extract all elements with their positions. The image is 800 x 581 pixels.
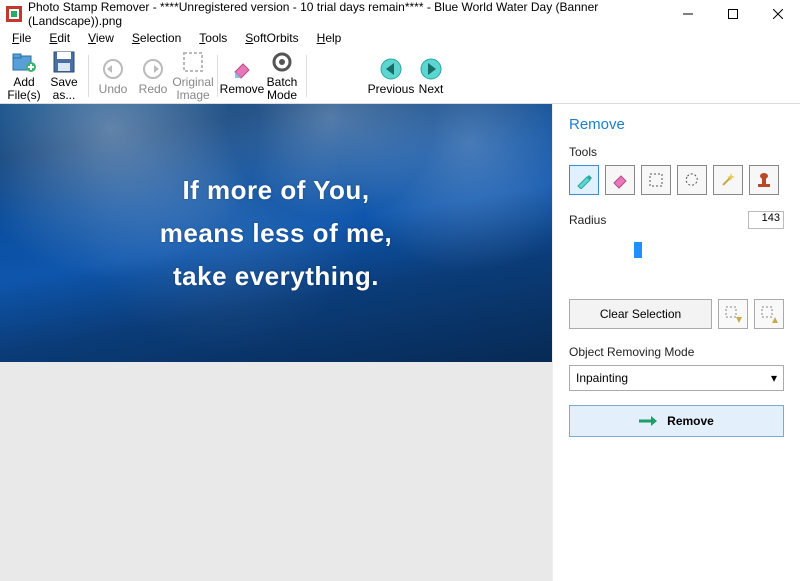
batch-mode-button[interactable]: Batch Mode [262,50,302,102]
minimize-button[interactable] [665,0,710,28]
app-icon [6,6,22,22]
menu-bar: File Edit View Selection Tools SoftOrbit… [0,28,800,48]
tool-marker[interactable] [569,165,599,195]
load-selection-button[interactable] [718,299,748,329]
batch-mode-label: Batch Mode [262,76,302,101]
original-image-label: Original Image [172,76,213,101]
mode-select[interactable]: Inpainting ▾ [569,365,784,391]
menu-softorbits[interactable]: SoftOrbits [237,29,306,47]
toolbar-sep-2 [217,55,218,97]
next-icon [418,56,444,82]
window-controls [665,0,800,28]
mode-value: Inpainting [576,371,628,385]
maximize-button[interactable] [710,0,755,28]
remove-action-label: Remove [667,414,714,428]
tool-rect-select[interactable] [641,165,671,195]
canvas-text-line-2: means less of me, [160,218,393,249]
menu-help[interactable]: Help [309,29,350,47]
clear-selection-button[interactable]: Clear Selection [569,299,712,329]
canvas-text-line-1: If more of You, [182,175,369,206]
arrow-right-icon [639,415,657,427]
menu-view[interactable]: View [80,29,122,47]
eraser-small-icon [611,171,629,189]
save-selection-icon [760,305,778,323]
remove-action-button[interactable]: Remove [569,405,784,437]
previous-button[interactable]: Previous [371,50,411,102]
redo-icon [140,56,166,82]
remove-button[interactable]: Remove [222,50,262,102]
window-title: Photo Stamp Remover - ****Unregistered v… [28,0,665,28]
tool-eraser[interactable] [605,165,635,195]
remove-label: Remove [220,83,265,96]
toolbar-sep-3 [306,55,307,97]
menu-selection[interactable]: Selection [124,29,189,47]
add-files-label: Add File(s) [4,76,44,101]
add-files-button[interactable]: Add File(s) [4,50,44,102]
main-row: If more of You, means less of me, take e… [0,104,800,581]
original-image-button[interactable]: Original Image [173,50,213,102]
load-selection-icon [724,305,742,323]
marker-icon [575,171,593,189]
save-icon [51,50,77,76]
radius-value[interactable]: 143 [748,211,784,229]
gear-icon [269,50,295,76]
tool-lasso[interactable] [677,165,707,195]
undo-icon [100,56,126,82]
next-label: Next [419,83,444,96]
mode-label: Object Removing Mode [569,345,784,359]
save-selection-button[interactable] [754,299,784,329]
slider-thumb[interactable] [634,242,642,258]
tool-magic-wand[interactable] [713,165,743,195]
menu-file[interactable]: File [4,29,39,47]
panel-header: Remove [569,116,784,133]
undo-button[interactable]: Undo [93,50,133,102]
previous-icon [378,56,404,82]
redo-button[interactable]: Redo [133,50,173,102]
save-as-label: Save as... [44,76,84,101]
rect-select-icon [647,171,665,189]
toolbar-sep-1 [88,55,89,97]
eraser-icon [229,56,255,82]
title-bar: Photo Stamp Remover - ****Unregistered v… [0,0,800,28]
side-panel: Remove Tools Radius 143 Clear Selection … [552,104,800,581]
canvas-area: If more of You, means less of me, take e… [0,104,552,581]
menu-edit[interactable]: Edit [41,29,78,47]
previous-label: Previous [368,83,415,96]
original-image-icon [180,50,206,76]
close-button[interactable] [755,0,800,28]
stamp-icon [755,171,773,189]
radius-slider[interactable] [569,239,784,259]
tools-label: Tools [569,145,784,159]
redo-label: Redo [139,83,168,96]
add-files-icon [11,50,37,76]
undo-label: Undo [99,83,128,96]
save-as-button[interactable]: Save as... [44,50,84,102]
tool-row [569,165,784,195]
radius-row: Radius 143 [569,207,784,233]
wand-icon [719,171,737,189]
clear-selection-label: Clear Selection [600,307,681,321]
tool-stamp[interactable] [749,165,779,195]
image-canvas[interactable]: If more of You, means less of me, take e… [0,104,552,362]
menu-tools[interactable]: Tools [191,29,235,47]
chevron-down-icon: ▾ [771,371,777,385]
lasso-icon [683,171,701,189]
selection-button-row: Clear Selection [569,299,784,329]
canvas-text-line-3: take everything. [173,261,379,292]
toolbar: Add File(s) Save as... Undo Redo Origina… [0,48,800,104]
radius-label: Radius [569,213,606,227]
next-button[interactable]: Next [411,50,451,102]
